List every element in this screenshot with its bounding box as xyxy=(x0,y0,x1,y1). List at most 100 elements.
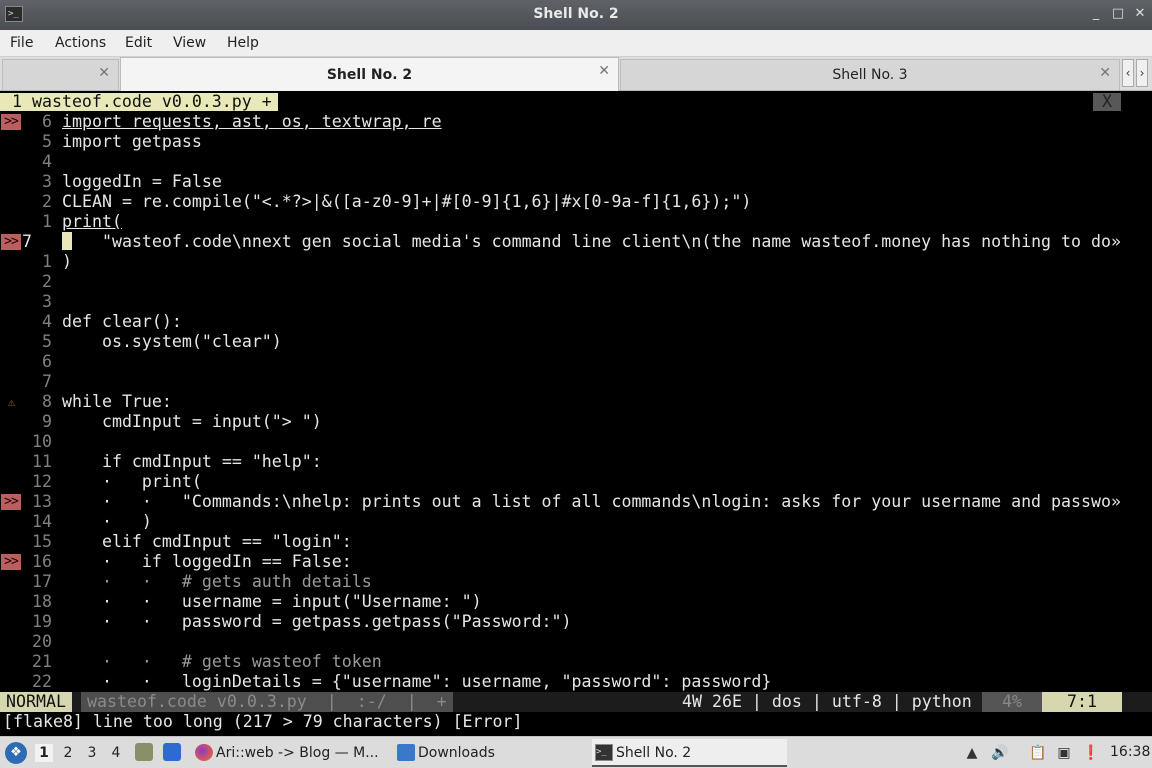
code-text: cmdInput = input("> ") xyxy=(62,412,322,431)
close-button[interactable]: ✕ xyxy=(1131,5,1149,23)
task-downloads[interactable]: Downloads xyxy=(394,739,586,767)
line-number: 2 xyxy=(42,272,52,291)
code-line[interactable]: 18 · · username = input("Username: ") xyxy=(0,592,1152,612)
file-manager-icon[interactable] xyxy=(135,743,153,761)
menu-bar: File Actions Edit View Help xyxy=(0,30,1152,57)
line-number: 4 xyxy=(42,152,52,171)
close-tab-icon[interactable]: ✕ xyxy=(98,65,110,81)
vim-tab[interactable]: 1 wasteof.code v0.0.3.py + xyxy=(0,93,278,111)
code-line[interactable]: 2 CLEAN = re.compile("<.*?>|&([a-z0-9]+|#… xyxy=(0,192,1152,212)
workspace-1[interactable]: 1 xyxy=(35,744,53,762)
maximize-button[interactable]: □ xyxy=(1109,5,1127,23)
updates-icon[interactable]: ▲ xyxy=(963,744,981,762)
line-number: 5 xyxy=(42,332,52,351)
code-line[interactable]: 17 · · # gets auth details xyxy=(0,572,1152,592)
vim-message: [flake8] line too long (217 > 79 charact… xyxy=(3,712,523,731)
line-number: 8 xyxy=(42,392,52,411)
line-number: 7 xyxy=(22,232,32,251)
notification-icon[interactable]: ❗ xyxy=(1082,744,1100,762)
close-tab-icon[interactable]: ✕ xyxy=(1099,65,1111,81)
code-text: · · "Commands:\nhelp: prints out a list … xyxy=(62,492,1120,511)
network-icon[interactable]: ▣ xyxy=(1055,744,1073,762)
tab-scroll-right-button[interactable]: › xyxy=(1136,59,1148,87)
code-line[interactable]: 4 def clear(): xyxy=(0,312,1152,332)
code-text: CLEAN = re.compile("<.*?>|&([a-z0-9]+|#[… xyxy=(62,192,752,211)
vim-mode: NORMAL xyxy=(0,692,72,712)
tab-shell-2[interactable]: Shell No. 2 ✕ xyxy=(120,57,619,91)
menu-file[interactable]: File xyxy=(10,35,33,51)
line-number: 1 xyxy=(42,252,52,271)
code-line[interactable]: 5 import getpass xyxy=(0,132,1152,152)
menu-icon[interactable]: ❖ xyxy=(5,742,27,764)
code-line[interactable]: 11 if cmdInput == "help": xyxy=(0,452,1152,472)
minimize-button[interactable]: _ xyxy=(1087,5,1105,23)
menu-actions[interactable]: Actions xyxy=(55,35,106,51)
code-text: import getpass xyxy=(62,132,202,151)
code-line[interactable]: 20 xyxy=(0,632,1152,652)
code-line[interactable]: 10 xyxy=(0,432,1152,452)
tab-shell-1[interactable]: ✕ xyxy=(2,59,119,90)
line-number: 21 xyxy=(32,652,52,671)
code-line[interactable]: 2 xyxy=(0,272,1152,292)
task-shell-no-2[interactable]: >_ Shell No. 2 xyxy=(592,739,787,767)
code-text: · · username = input("Username: ") xyxy=(62,592,482,611)
workspace-2[interactable]: 2 xyxy=(59,744,77,762)
code-line[interactable]: >> 6 import requests, ast, os, textwrap, r… xyxy=(0,112,1152,132)
firefox-icon xyxy=(195,744,213,761)
code-line[interactable]: 5 os.system("clear") xyxy=(0,332,1152,352)
code-text: · if loggedIn == False: xyxy=(62,552,352,571)
menu-help[interactable]: Help xyxy=(227,35,259,51)
code-line[interactable]: 7 xyxy=(0,372,1152,392)
code-text: · · password = getpass.getpass("Password… xyxy=(62,612,572,631)
error-sign-icon: >> xyxy=(1,114,21,130)
line-number: 12 xyxy=(32,472,52,491)
code-text: ) xyxy=(62,252,72,271)
terminal-icon: >_ xyxy=(595,744,613,761)
code-line[interactable]: 15 elif cmdInput == "login": xyxy=(0,532,1152,552)
error-sign-icon: >> xyxy=(1,494,21,510)
vim-tab-close[interactable]: X xyxy=(1093,93,1121,111)
close-tab-icon[interactable]: ✕ xyxy=(598,63,610,79)
code-line[interactable]: 19 · · password = getpass.getpass("Passw… xyxy=(0,612,1152,632)
line-number: 11 xyxy=(32,452,52,471)
code-line[interactable]: 12 · print( xyxy=(0,472,1152,492)
desktop-icon[interactable] xyxy=(163,743,181,761)
code-line[interactable]: 1 print( xyxy=(0,212,1152,232)
error-sign-icon: >> xyxy=(1,554,21,570)
code-line[interactable]: 9 cmdInput = input("> ") xyxy=(0,412,1152,432)
tab-label: Shell No. 2 xyxy=(326,67,413,83)
code-text: · · # gets auth details xyxy=(62,572,372,591)
volume-icon[interactable]: 🔊 xyxy=(991,744,1009,762)
code-text: while True: xyxy=(62,392,172,411)
line-number: 13 xyxy=(32,492,52,511)
code-line[interactable]: 22 · · loginDetails = {"username": usern… xyxy=(0,672,1152,692)
tab-shell-3[interactable]: Shell No. 3 ✕ xyxy=(620,59,1120,90)
code-text: · · loginDetails = {"username": username… xyxy=(62,672,772,691)
menu-edit[interactable]: Edit xyxy=(125,35,152,51)
menu-view[interactable]: View xyxy=(173,35,206,51)
line-number: 22 xyxy=(32,672,52,691)
code-line[interactable]: >> 16 · if loggedIn == False: xyxy=(0,552,1152,572)
code-line[interactable]: 21 · · # gets wasteof token xyxy=(0,652,1152,672)
code-line[interactable]: 1) xyxy=(0,252,1152,272)
terminal-area[interactable]: 1 wasteof.code v0.0.3.py + X >> 6 import r… xyxy=(0,92,1152,736)
code-line[interactable]: >> 13 · · "Commands:\nhelp: prints out a … xyxy=(0,492,1152,512)
clipboard-icon[interactable]: 📋 xyxy=(1029,744,1047,762)
code-line[interactable]: >> 7 "wasteof.code\nnext gen social media… xyxy=(0,232,1152,252)
vim-statusline: NORMAL wasteof.code v0.0.3.py | :-/ | + … xyxy=(0,692,1152,712)
window-titlebar: >_ Shell No. 2 _ □ ✕ xyxy=(0,0,1152,30)
line-number: 17 xyxy=(32,572,52,591)
code-line[interactable]: 4 xyxy=(0,152,1152,172)
code-line[interactable]: 3 xyxy=(0,292,1152,312)
workspace-4[interactable]: 4 xyxy=(107,744,125,762)
code-line[interactable]: 6 xyxy=(0,352,1152,372)
code-text: · print( xyxy=(62,472,202,491)
code-line[interactable]: 3 loggedIn = False xyxy=(0,172,1152,192)
task-firefox[interactable]: Ari::web -> Blog — M... xyxy=(192,739,390,767)
line-number: 7 xyxy=(42,372,52,391)
code-line[interactable]: ⚠ 8 while True: xyxy=(0,392,1152,412)
code-line[interactable]: 14 · ) xyxy=(0,512,1152,532)
workspace-3[interactable]: 3 xyxy=(83,744,101,762)
tab-scroll-left-button[interactable]: ‹ xyxy=(1122,59,1134,87)
task-label: Ari::web -> Blog — M... xyxy=(216,745,379,761)
